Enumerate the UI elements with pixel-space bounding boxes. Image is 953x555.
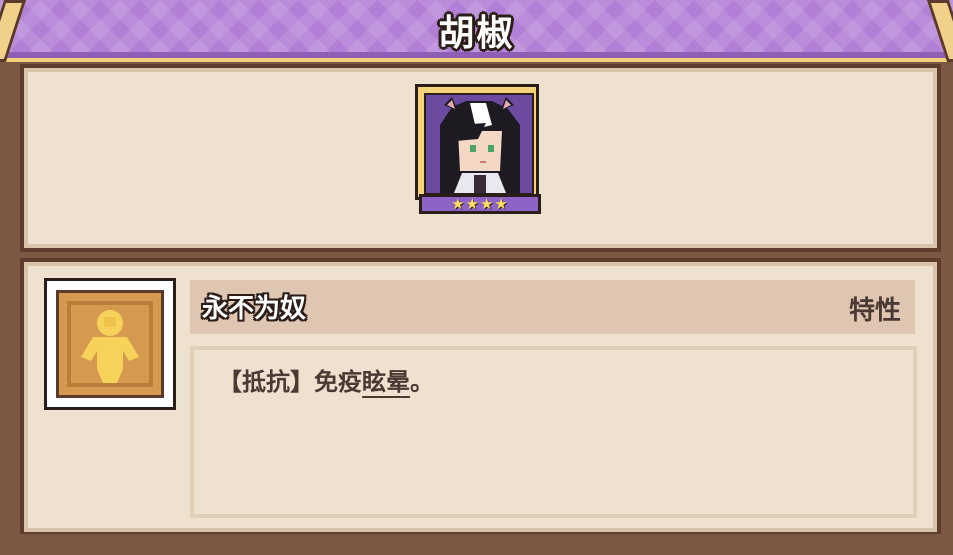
description-prefix: 【抵抗】免疫 [218, 368, 362, 396]
skill-name: 永不为奴 [202, 294, 307, 324]
character-name: 胡椒 [438, 13, 515, 54]
pixel-character-icon [426, 95, 532, 193]
star-rating: ★★★★ [419, 194, 541, 214]
skill-description: 【抵抗】免疫眩晕。 [218, 362, 434, 398]
figure-silhouette-icon [56, 290, 164, 398]
character-portrait[interactable]: ★★★★ [415, 84, 545, 216]
status-keyword-link[interactable]: 眩晕 [362, 368, 410, 398]
title-banner: 胡椒 [0, 0, 953, 62]
portrait-icon [424, 93, 534, 195]
portrait-frame [415, 84, 539, 200]
character-info-dialog: 胡椒 ★★★★ 永不为奴 特性 【抵抗】免疫眩晕。 [0, 0, 953, 555]
bottom-frame-edge [0, 534, 953, 555]
skill-symbol [59, 293, 161, 395]
skill-icon-button[interactable] [44, 278, 176, 410]
skill-type-label: 特性 [848, 296, 901, 326]
description-suffix: 。 [410, 368, 434, 396]
